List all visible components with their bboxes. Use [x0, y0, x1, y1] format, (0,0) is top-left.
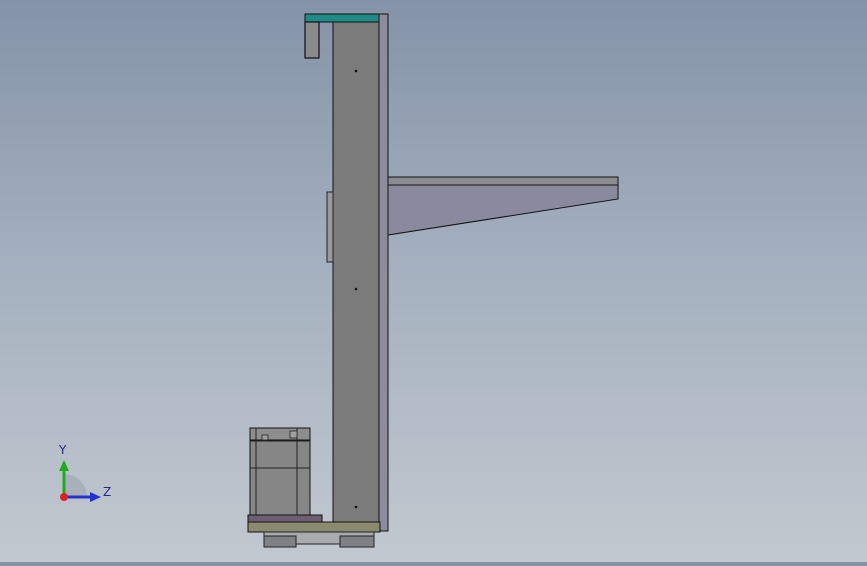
screw-hole	[354, 69, 358, 73]
cantilever-arm-body[interactable]	[387, 184, 619, 236]
y-axis-arrowhead	[59, 460, 69, 471]
orientation-triad: Y Z	[50, 440, 120, 510]
base-foot-right[interactable]	[339, 535, 375, 548]
cad-graphics-viewport[interactable]: Y Z	[0, 0, 867, 562]
screw-hole	[354, 505, 358, 509]
main-column[interactable]	[332, 21, 380, 524]
motor-connector[interactable]	[289, 430, 298, 439]
cantilever-arm-top-plate[interactable]	[387, 176, 619, 186]
cad-model-side-view[interactable]	[0, 0, 867, 562]
motor-connector[interactable]	[261, 434, 269, 441]
motor-mount-pad[interactable]	[247, 514, 323, 523]
triad-arc	[64, 474, 87, 497]
z-axis-arrowhead	[90, 492, 101, 502]
screw-hole	[354, 287, 358, 291]
base-plate[interactable]	[247, 521, 381, 533]
y-axis-label: Y	[59, 443, 67, 457]
z-axis-label: Z	[103, 485, 112, 499]
column-front-plate[interactable]	[326, 191, 334, 263]
hook-bracket[interactable]	[304, 21, 320, 59]
base-foot-left[interactable]	[263, 535, 297, 548]
motor-top-flange[interactable]	[249, 427, 311, 441]
triad-origin	[60, 493, 68, 501]
top-cap[interactable]	[304, 13, 381, 23]
column-side-plate[interactable]	[378, 13, 389, 532]
